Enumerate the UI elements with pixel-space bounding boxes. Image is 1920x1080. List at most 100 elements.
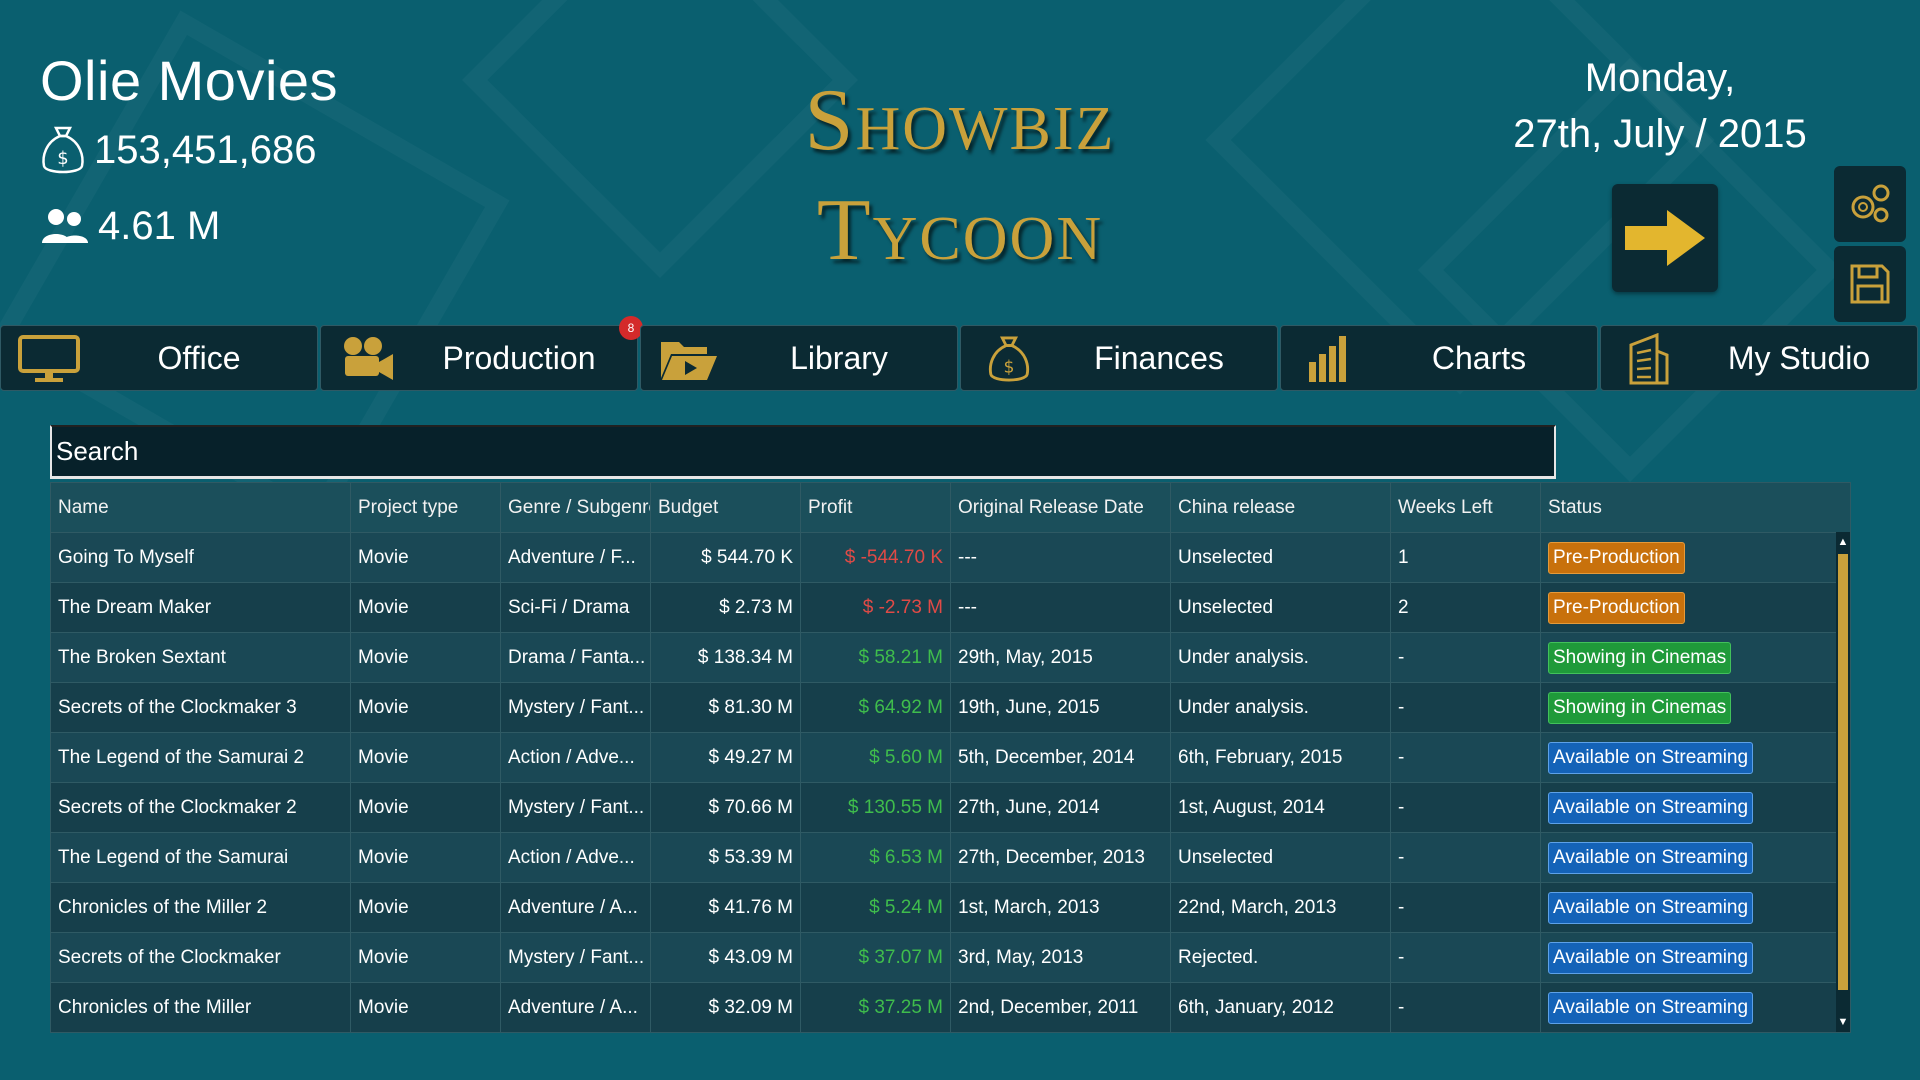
cell-profit: $ 58.21 M — [800, 632, 951, 683]
cell-budget: $ 70.66 M — [650, 782, 801, 833]
nav-production[interactable]: Production 8 — [320, 316, 643, 391]
cell-genre: Adventure / A... — [500, 882, 651, 933]
arrow-right-icon — [1625, 210, 1705, 266]
cell-name: Chronicles of the Miller 2 — [50, 882, 351, 933]
nav-my-studio-label: My Studio — [1727, 339, 1871, 376]
cell-release-date: 2nd, December, 2011 — [950, 982, 1171, 1033]
money-bag-icon: $ — [42, 126, 84, 174]
game-logo: Showbiz Tycoon — [760, 70, 1160, 290]
cell-budget: $ 49.27 M — [650, 732, 801, 783]
table-row[interactable]: The Legend of the Samurai 2 Movie Action /… — [50, 732, 1851, 783]
cell-release-date: 1st, March, 2013 — [950, 882, 1171, 933]
cell-release-date: 3rd, May, 2013 — [950, 932, 1171, 983]
money-stat: $ 153,451,686 — [40, 124, 316, 176]
current-date: Monday, 27th, July / 2015 — [1460, 50, 1860, 162]
cell-project-type: Movie — [350, 532, 501, 583]
column-header-name[interactable]: Name — [50, 482, 351, 533]
column-header-budget[interactable]: Budget — [650, 482, 801, 533]
cell-genre: Action / Adve... — [500, 832, 651, 883]
column-header-china-release[interactable]: China release — [1170, 482, 1391, 533]
table-header-row: Name Project type Genre / Subgenre Budge… — [50, 482, 1851, 533]
cell-genre: Mystery / Fant... — [500, 682, 651, 733]
status-badge: Available on Streaming — [1548, 941, 1754, 974]
table-row[interactable]: Secrets of the Clockmaker Movie Mystery / … — [50, 932, 1851, 983]
cell-budget: $ 81.30 M — [650, 682, 801, 733]
svg-text:$: $ — [1004, 357, 1015, 377]
cell-china-release: 6th, February, 2015 — [1170, 732, 1391, 783]
status-badge: Available on Streaming — [1548, 991, 1754, 1024]
cell-release-date: 27th, December, 2013 — [950, 832, 1171, 883]
camera-icon — [337, 334, 401, 384]
monitor-icon — [17, 334, 81, 384]
cell-status: Available on Streaming — [1540, 882, 1851, 933]
cell-name: Secrets of the Clockmaker — [50, 932, 351, 983]
table-row[interactable]: Chronicles of the Miller Movie Adventure /… — [50, 982, 1851, 1033]
cell-budget: $ 53.39 M — [650, 832, 801, 883]
cell-china-release: Under analysis. — [1170, 682, 1391, 733]
nav-my-studio[interactable]: My Studio — [1600, 325, 1918, 391]
main-nav: Office Production 8 Library $ Finances C… — [0, 316, 1920, 391]
table-row[interactable]: The Legend of the Samurai Movie Action / A… — [50, 832, 1851, 883]
cell-profit: $ 130.55 M — [800, 782, 951, 833]
scroll-up-icon[interactable]: ▲ — [1836, 534, 1850, 550]
cell-genre: Drama / Fanta... — [500, 632, 651, 683]
cell-name: The Dream Maker — [50, 582, 351, 633]
projects-table: Name Project type Genre / Subgenre Budge… — [50, 482, 1851, 1033]
table-row[interactable]: The Broken Sextant Movie Drama / Fanta... $… — [50, 632, 1851, 683]
cell-name: Secrets of the Clockmaker 3 — [50, 682, 351, 733]
table-row[interactable]: Secrets of the Clockmaker 3 Movie Mystery … — [50, 682, 1851, 733]
cell-release-date: 5th, December, 2014 — [950, 732, 1171, 783]
table-row[interactable]: Secrets of the Clockmaker 2 Movie Mystery … — [50, 782, 1851, 833]
nav-charts-label: Charts — [1431, 339, 1527, 376]
search-input[interactable] — [50, 425, 1556, 479]
column-header-weeks-left[interactable]: Weeks Left — [1390, 482, 1541, 533]
cell-weeks-left: - — [1390, 732, 1541, 783]
nav-production-label: Production — [442, 339, 596, 376]
table-row[interactable]: Chronicles of the Miller 2 Movie Adventure… — [50, 882, 1851, 933]
scroll-thumb[interactable] — [1838, 554, 1848, 990]
cell-china-release: Unselected — [1170, 832, 1391, 883]
table-row[interactable]: The Dream Maker Movie Sci-Fi / Drama $ 2.73… — [50, 582, 1851, 633]
save-button[interactable] — [1834, 246, 1906, 322]
nav-office[interactable]: Office — [0, 325, 318, 391]
svg-text:$: $ — [57, 148, 68, 169]
column-header-release-date[interactable]: Original Release Date — [950, 482, 1171, 533]
nav-charts[interactable]: Charts — [1280, 325, 1598, 391]
column-header-project-type[interactable]: Project type — [350, 482, 501, 533]
projects-table-container: Name Project type Genre / Subgenre Budge… — [50, 482, 1851, 1033]
nav-office-label: Office — [157, 339, 241, 376]
cell-profit: $ 5.24 M — [800, 882, 951, 933]
table-row[interactable]: Going To Myself Movie Adventure / F... $ 54… — [50, 532, 1851, 583]
table-scrollbar[interactable]: ▲ ▼ — [1836, 532, 1850, 1032]
cell-genre: Sci-Fi / Drama — [500, 582, 651, 633]
column-header-profit[interactable]: Profit — [800, 482, 951, 533]
nav-library[interactable]: Library — [640, 325, 958, 391]
cell-name: Secrets of the Clockmaker 2 — [50, 782, 351, 833]
column-header-status[interactable]: Status — [1540, 482, 1851, 533]
cell-release-date: 27th, June, 2014 — [950, 782, 1171, 833]
logo-line-1: Showbiz — [804, 72, 1116, 169]
scroll-down-icon[interactable]: ▼ — [1836, 1014, 1850, 1030]
cell-project-type: Movie — [350, 732, 501, 783]
cell-china-release: Under analysis. — [1170, 632, 1391, 683]
cell-budget: $ 544.70 K — [650, 532, 801, 583]
cell-profit: $ -544.70 K — [800, 532, 951, 583]
fans-stat: 4.61 M — [40, 204, 220, 249]
cell-status: Pre-Production — [1540, 582, 1851, 633]
cell-status: Available on Streaming — [1540, 932, 1851, 983]
cell-status: Available on Streaming — [1540, 982, 1851, 1033]
nav-finances[interactable]: $ Finances — [960, 325, 1278, 391]
cell-budget: $ 41.76 M — [650, 882, 801, 933]
next-week-button[interactable] — [1612, 184, 1718, 292]
save-icon — [1850, 264, 1890, 304]
cell-status: Pre-Production — [1540, 532, 1851, 583]
cell-weeks-left: - — [1390, 632, 1541, 683]
cell-budget: $ 43.09 M — [650, 932, 801, 983]
cell-weeks-left: 1 — [1390, 532, 1541, 583]
cell-profit: $ -2.73 M — [800, 582, 951, 633]
cell-name: The Legend of the Samurai — [50, 832, 351, 883]
settings-button[interactable] — [1834, 166, 1906, 242]
cell-profit: $ 6.53 M — [800, 832, 951, 883]
column-header-genre[interactable]: Genre / Subgenre — [500, 482, 651, 533]
status-badge: Available on Streaming — [1548, 741, 1754, 774]
